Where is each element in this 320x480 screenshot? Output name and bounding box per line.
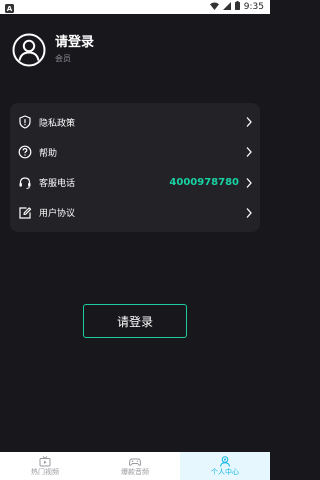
menu-item-privacy-policy[interactable]: 隐私政策 (10, 108, 260, 137)
person-icon (219, 455, 231, 467)
tab-label: 个人中心 (211, 467, 239, 476)
tab-hot-videos[interactable]: 热门视频 (0, 452, 90, 480)
chevron-right-icon (245, 146, 253, 158)
battery-icon (234, 1, 240, 13)
tab-hot-audio[interactable]: 爆款音频 (90, 452, 180, 480)
a-icon: A (5, 0, 14, 17)
menu-item-label: 客服电话 (39, 179, 76, 190)
member-label: 会员 (55, 54, 71, 63)
gamepad-icon (129, 456, 141, 467)
chevron-right-icon (245, 116, 253, 128)
menu-item-customer-service[interactable]: 客服电话 4000978780 (10, 168, 260, 197)
customer-service-phone: 4000978780 (169, 177, 239, 189)
tab-label: 热门视频 (31, 467, 59, 476)
settings-menu: 隐私政策 帮助 客服电话 4000978780 用户协议 (10, 103, 260, 232)
profile-name[interactable]: 请登录 (55, 35, 94, 51)
signal-icon (222, 1, 231, 13)
menu-item-user-agreement[interactable]: 用户协议 (10, 198, 260, 227)
tab-personal-center[interactable]: 个人中心 (180, 452, 270, 480)
menu-item-help[interactable]: 帮助 (10, 138, 260, 167)
chevron-right-icon (245, 177, 253, 189)
menu-item-label: 用户协议 (39, 209, 76, 220)
tab-label: 爆款音频 (121, 467, 149, 476)
user-avatar-icon[interactable] (12, 33, 46, 67)
edit-icon (18, 206, 32, 220)
shield-icon (18, 115, 32, 129)
help-icon (18, 145, 32, 159)
menu-item-label: 隐私政策 (39, 118, 76, 129)
status-time: 9:35 (243, 2, 264, 12)
profile-header[interactable]: 请登录 会员 (12, 32, 94, 68)
status-bar: A 9:35 (0, 0, 270, 14)
chevron-right-icon (245, 207, 253, 219)
svg-text:A: A (7, 5, 13, 13)
tv-icon (39, 455, 51, 467)
headset-icon (18, 176, 32, 190)
bottom-tab-bar: 热门视频 爆款音频 个人中心 (0, 452, 270, 480)
login-button[interactable]: 请登录 (83, 304, 187, 338)
menu-item-label: 帮助 (39, 148, 58, 159)
wifi-icon (209, 2, 219, 13)
